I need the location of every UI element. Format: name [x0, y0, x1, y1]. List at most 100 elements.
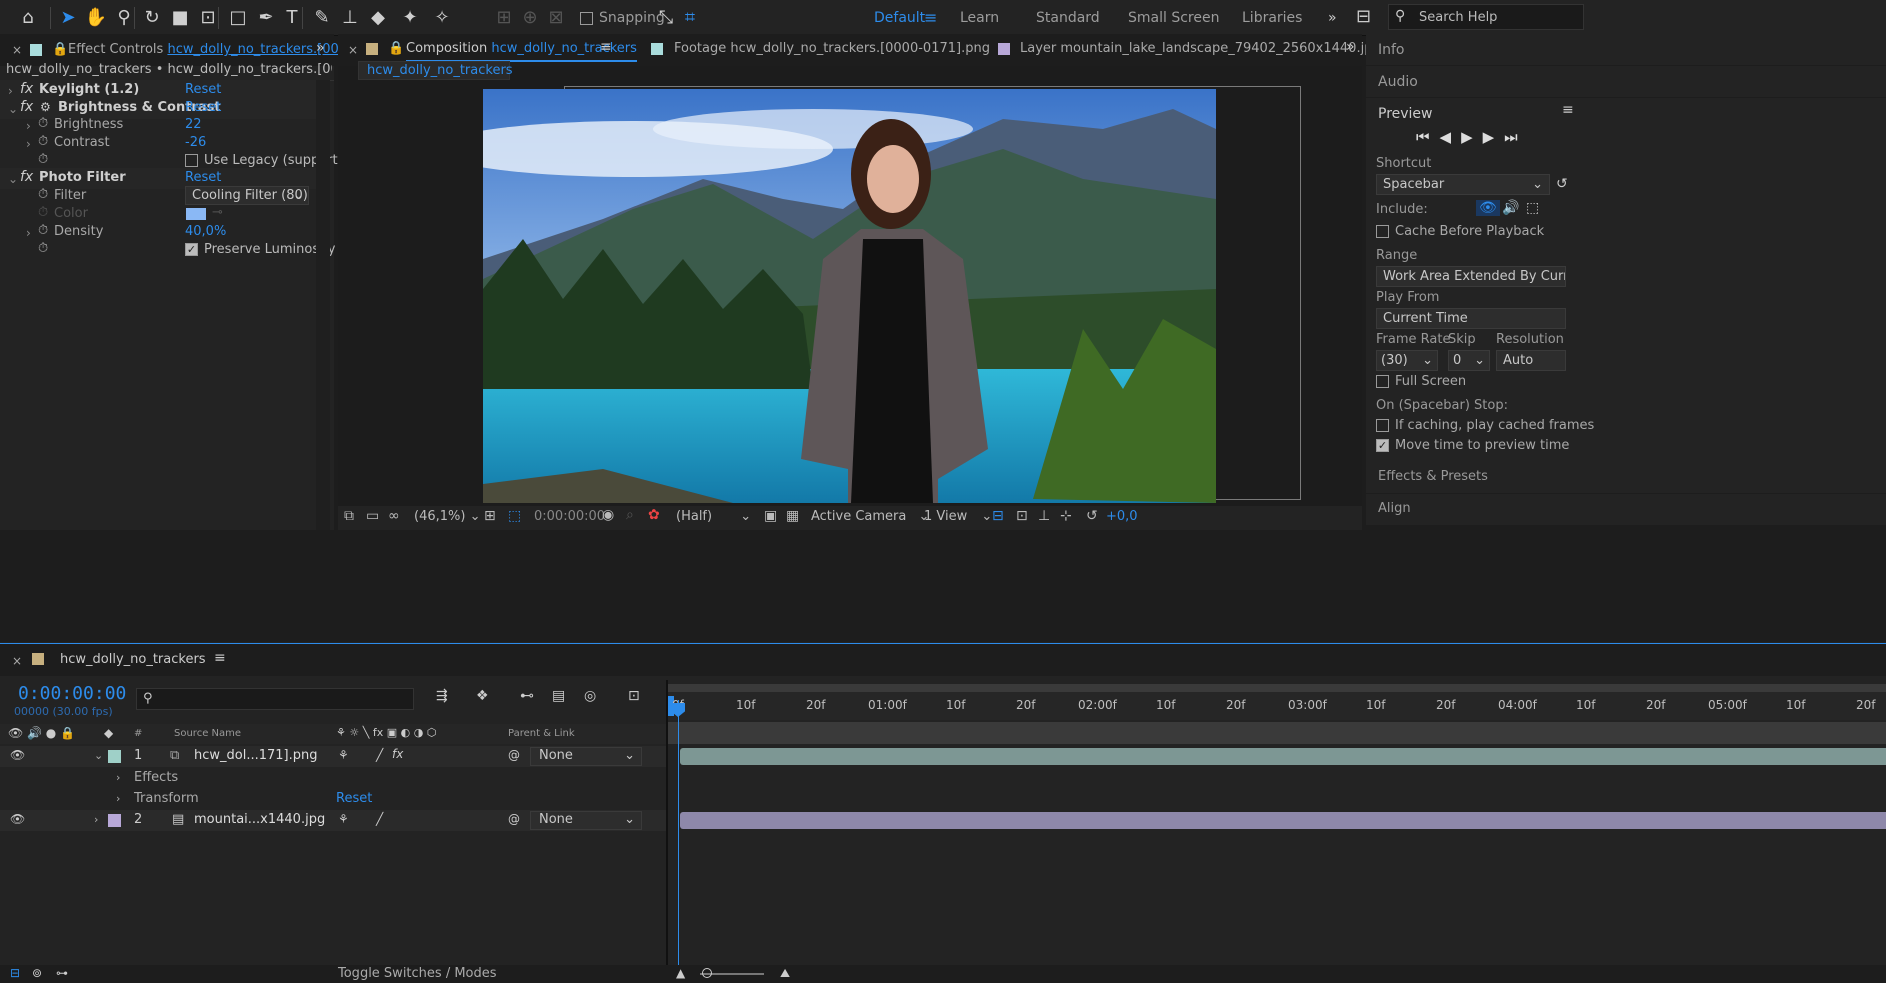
expand-chevron-icon[interactable]: › [116, 771, 120, 784]
quality-switch-icon[interactable]: ╱ [376, 748, 383, 762]
snap-target-icon[interactable]: ⌗ [678, 6, 702, 30]
workspace-menu-icon[interactable]: ≡ [924, 8, 937, 27]
exposure-value[interactable]: +0,0 [1106, 509, 1138, 524]
timeline-icon[interactable]: ⊥ [1038, 508, 1050, 524]
show-snapshot-icon[interactable]: ⌕ [626, 507, 634, 523]
snap-edges-icon[interactable]: ⤡ [654, 6, 678, 30]
shy-switch-icon[interactable]: ⚘ [338, 812, 349, 826]
full-screen-checkbox[interactable]: Full Screen [1376, 374, 1466, 389]
effects-sub-row[interactable]: › Effects [0, 768, 666, 788]
search-help-box[interactable]: ⚲ Search Help [1388, 4, 1584, 30]
visibility-eye-icon[interactable]: 👁 [10, 748, 25, 762]
composition-canvas[interactable] [483, 89, 1216, 503]
tab-layer[interactable]: Layer mountain_lake_landscape_79402_2560… [1020, 41, 1381, 56]
always-preview-icon[interactable]: ⧉ [344, 508, 354, 524]
stopwatch-icon[interactable]: ⏱ [38, 116, 48, 131]
toggle-switches-modes[interactable]: Toggle Switches / Modes [338, 966, 497, 981]
reset-icon[interactable]: ↺ [1556, 176, 1568, 192]
toggle-pixel-aspect-icon[interactable]: ⊟ [992, 508, 1004, 524]
move-time-checkbox[interactable]: ✓ Move time to preview time [1376, 438, 1569, 453]
sync-settings-icon[interactable]: ⊟ [1356, 6, 1371, 27]
pickwhip-icon[interactable]: @ [508, 812, 520, 826]
stopwatch-icon[interactable]: ⏱ [38, 152, 48, 167]
layer-name[interactable]: hcw_dol...171].png [194, 748, 318, 763]
puppet-tool-icon[interactable]: ✧ [430, 6, 454, 30]
resolution-dropdown[interactable]: (Half) ⌄ [676, 509, 751, 524]
brightness-value[interactable]: 22 [185, 117, 202, 132]
audio-header[interactable]: Audio [1366, 66, 1886, 97]
lock-icon[interactable]: 🔒 [388, 41, 404, 56]
fx-icon[interactable]: fx [20, 99, 33, 115]
snapshot-icon[interactable]: ◉ [602, 507, 614, 523]
effect-controls-tab[interactable]: Effect Controls hcw_dolly_no_trackers.[0… [68, 42, 347, 57]
flowchart-icon[interactable]: ⊹ [1060, 508, 1072, 524]
shy-switch-icon[interactable]: ⚘ [338, 748, 349, 762]
stopwatch-icon[interactable]: ⏱ [38, 134, 48, 149]
play-from-dropdown[interactable]: Current Time [1376, 308, 1566, 329]
density-value[interactable]: 40,0% [185, 224, 226, 239]
stopwatch-icon[interactable]: ⏱ [38, 223, 48, 238]
effects-presets-header[interactable]: Effects & Presets [1366, 462, 1886, 493]
color-swatch[interactable] [186, 208, 206, 220]
expand-chevron-icon[interactable]: › [26, 119, 31, 133]
fit-icon[interactable]: ⊞ [484, 508, 496, 524]
transparency-grid-icon[interactable]: ▦ [786, 508, 799, 524]
expand-chevron-icon[interactable]: ⌄ [94, 749, 103, 762]
parent-dropdown[interactable]: None ⌄ [530, 811, 642, 830]
work-area-bar[interactable] [668, 684, 1886, 692]
filter-dropdown[interactable]: Cooling Filter (80) ⌄ [185, 186, 309, 205]
reset-link[interactable]: Reset [185, 170, 221, 185]
close-tab-icon[interactable]: × [12, 43, 22, 57]
info-header[interactable]: Info [1366, 34, 1886, 65]
region-of-interest-icon[interactable]: ▣ [764, 508, 777, 524]
expand-chevron-icon[interactable]: › [94, 813, 98, 826]
brush-tool-icon[interactable]: ✎ [310, 6, 334, 30]
layer-row-2[interactable]: 👁 › 2 ▤ mountai...x1440.jpg ⚘ ╱ @ None ⌄ [0, 810, 666, 831]
layer-name[interactable]: mountai...x1440.jpg [194, 812, 325, 827]
next-frame-icon[interactable]: ▶ [1483, 128, 1505, 146]
eyedropper-icon[interactable]: ⊸ [212, 205, 223, 220]
if-caching-checkbox[interactable]: If caching, play cached frames [1376, 418, 1594, 433]
fx-icon[interactable]: fx [20, 81, 33, 97]
comp-mini-flowchart-icon[interactable]: ⇶ [436, 688, 448, 704]
fast-previews-icon[interactable]: ⊡ [1016, 508, 1028, 524]
panel-expand-icon[interactable]: » [1346, 39, 1355, 55]
snapping-toggle[interactable]: Snapping [580, 10, 665, 26]
rotate-tool-icon[interactable]: ↻ [140, 6, 164, 30]
timeline-current-time[interactable]: 0:00:00:00 [18, 683, 126, 704]
current-time-indicator[interactable] [678, 700, 679, 970]
time-ruler[interactable]: 0f 10f 20f 01:00f 10f 20f 02:00f 10f 20f… [668, 692, 1886, 720]
panel-expand-icon[interactable]: » [316, 40, 325, 56]
monitor-icon[interactable]: ▭ [366, 508, 379, 524]
workspace-standard[interactable]: Standard [1036, 10, 1100, 26]
workspace-small-screen[interactable]: Small Screen [1128, 10, 1219, 26]
stopwatch-icon[interactable]: ⏱ [38, 241, 48, 256]
graph-editor-icon[interactable]: ⊡ [628, 688, 640, 704]
resolution-preview-dropdown[interactable]: Auto [1496, 350, 1566, 371]
shy-layers-icon[interactable]: ⊷ [520, 688, 534, 704]
zoom-slider-handle[interactable] [702, 968, 712, 978]
zoom-out-icon[interactable]: ▲ [676, 966, 685, 980]
rectangle-tool-icon[interactable]: □ [226, 6, 250, 30]
camera-tool-icon[interactable]: ■ [168, 6, 192, 30]
transfer-controls-icon[interactable]: ⊚ [32, 966, 42, 980]
more-workspaces-icon[interactable]: » [1328, 10, 1337, 26]
pickwhip-icon[interactable]: @ [508, 748, 520, 762]
timeline-search-input[interactable]: ⚲ [136, 688, 414, 710]
eye-icon[interactable]: 👁 [1476, 200, 1500, 216]
timeline-tab[interactable]: hcw_dolly_no_trackers [60, 652, 206, 667]
type-tool-icon[interactable]: T [280, 6, 304, 30]
layer-label-color[interactable] [108, 750, 121, 763]
use-legacy-checkbox[interactable]: Use Legacy (support [185, 153, 338, 168]
audio-icon[interactable]: 🔊 [1502, 200, 1519, 216]
expand-chevron-icon[interactable]: › [26, 137, 31, 151]
pan-behind-tool-icon[interactable]: ⊡ [196, 6, 220, 30]
roto-brush-tool-icon[interactable]: ✦ [398, 6, 422, 30]
overlay-icon[interactable]: ⬚ [1526, 200, 1539, 216]
transform-sub-row[interactable]: › Transform Reset [0, 789, 666, 809]
reset-link[interactable]: Reset [185, 82, 221, 97]
channel-icon[interactable]: ✿ [648, 507, 660, 523]
current-time-display[interactable]: 0:00:00:00 [534, 509, 605, 524]
motion-blur-icon[interactable]: ◎ [584, 688, 596, 704]
zoom-in-icon[interactable]: ⛰ [780, 966, 790, 981]
